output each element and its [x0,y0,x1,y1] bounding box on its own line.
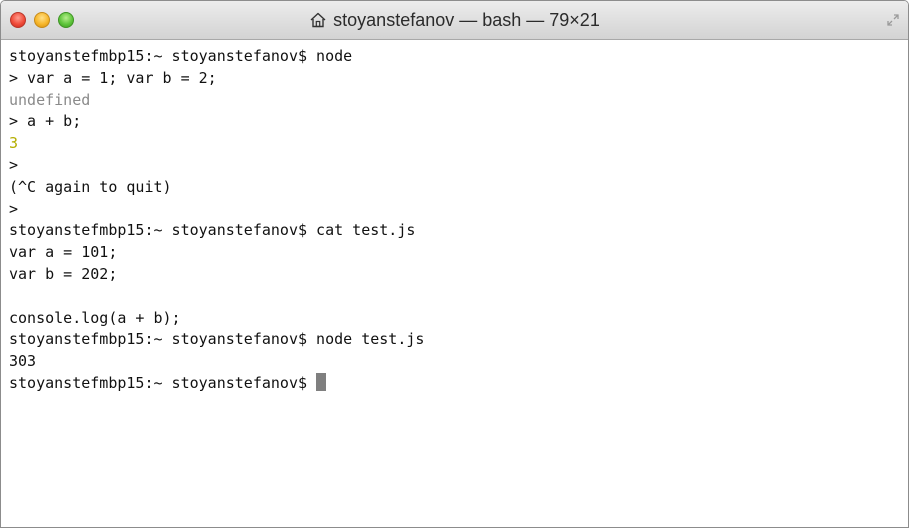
terminal-line: (^C again to quit) [9,177,172,196]
terminal-output[interactable]: stoyanstefmbp15:~ stoyanstefanov$ node >… [1,40,908,527]
title-bar[interactable]: stoyanstefanov — bash — 79×21 [1,1,908,40]
terminal-line: 3 [9,134,19,153]
text-cursor [316,372,327,391]
fullscreen-icon[interactable] [886,13,900,27]
terminal-line: stoyanstefmbp15:~ stoyanstefanov$ cat te… [9,221,416,240]
terminal-line: stoyanstefmbp15:~ stoyanstefanov$ node [9,47,353,65]
terminal-line: > [9,199,19,218]
shell-prompt: stoyanstefmbp15:~ stoyanstefanov$ [9,373,317,392]
window-title: stoyanstefanov — bash — 79×21 [1,1,908,39]
terminal-line: > [9,155,19,174]
terminal-line: var a = 101; [9,243,118,262]
terminal-line: > a + b; [9,112,82,131]
window-title-text: stoyanstefanov — bash — 79×21 [333,9,600,30]
terminal-line: > var a = 1; var b = 2; [9,68,217,87]
home-icon [310,12,326,28]
terminal-line: undefined [9,90,91,109]
terminal-line: stoyanstefmbp15:~ stoyanstefanov$ node t… [9,330,425,349]
terminal-line: var b = 202; [9,264,118,283]
terminal-line: console.log(a + b); [9,308,181,327]
prompt-line[interactable]: stoyanstefmbp15:~ stoyanstefanov$ [9,372,908,395]
terminal-line: 303 [9,352,37,371]
terminal-window: stoyanstefanov — bash — 79×21 stoyanstef… [0,0,909,528]
